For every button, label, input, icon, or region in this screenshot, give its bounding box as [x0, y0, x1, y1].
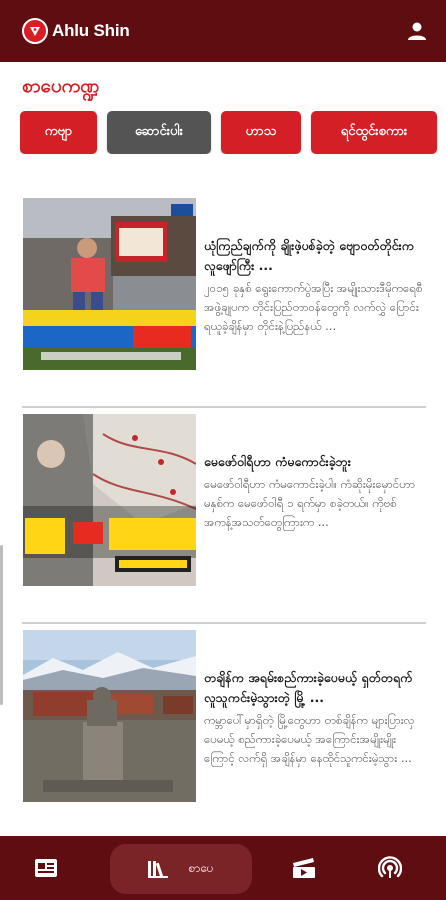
category-chip-heartfelt[interactable]: ရင်ထွင်းစကား [311, 111, 437, 154]
podcast-icon [378, 856, 402, 878]
nav-item-news[interactable] [18, 836, 74, 900]
article-thumbnail [23, 414, 196, 586]
section-title: စာပေကဏ္ဍ [22, 75, 100, 97]
scroll-indicator[interactable] [0, 545, 3, 705]
app-name: Ahlu Shin [52, 21, 130, 40]
article-item[interactable]: တချိန်က အရမ်းစည်ကားခဲ့ပေမယ့် ရှတ်တရက် လူ… [22, 624, 426, 840]
article-text: တချိန်က အရမ်းစည်ကားခဲ့ပေမယ့် ရှတ်တရက် လူ… [204, 668, 426, 768]
article-snippet: ၂၀၁၅ ခုနှစ် ရွေးကောက်ပွဲအပြီး အမျိုးသားဒ… [204, 281, 423, 333]
article-snippet: မေဖော်ဝါရီဟာ ကံမကောင်းခဲ့ပါ။ ကံဆိုးမိုးမ… [204, 477, 416, 529]
user-profile-button[interactable] [402, 16, 432, 46]
category-chips: ကဗျာ ဆောင်းပါး ဟာသ ရင်ထွင်းစကား [20, 111, 446, 154]
article-title: တချိန်က အရမ်းစည်ကားခဲ့ပေမယ့် ရှတ်တရက် လူ… [204, 670, 413, 705]
article-title: မေဖော်ဝါရီဟာ ကံမကောင်းခဲ့ဘူး [204, 454, 351, 469]
article-text: ယုံကြည်ချက်ကို ချိုးဖဲ့ပစ်ခဲ့တဲ့ ဗျောဝတ်… [204, 236, 426, 336]
bottom-navigation: စာပေ [0, 836, 446, 900]
user-icon [408, 22, 426, 40]
article-thumbnail [23, 630, 196, 802]
video-icon [293, 858, 315, 878]
nav-item-video[interactable] [276, 836, 332, 900]
app-bar: Ahlu Shin [0, 0, 446, 62]
app-logo[interactable]: Ahlu Shin [22, 18, 130, 44]
article-item[interactable]: ယုံကြည်ချက်ကို ချိုးဖဲ့ပစ်ခဲ့တဲ့ ဗျောဝတ်… [22, 192, 426, 408]
category-chip-humor[interactable]: ဟာသ [221, 111, 301, 154]
nav-item-podcast[interactable] [362, 836, 418, 900]
article-snippet: ကမ္ဘာပေါ်မှာရှိတဲ့ မြို့တွေဟာ တစ်ချိန်က … [204, 713, 415, 765]
nav-item-literature[interactable]: စာပေ [110, 844, 252, 894]
books-icon [148, 861, 169, 878]
article-item[interactable]: မေဖော်ဝါရီဟာ ကံမကောင်းခဲ့ဘူး မေဖော်ဝါရီဟ… [22, 408, 426, 624]
article-list: ယုံကြည်ချက်ကို ချိုးဖဲ့ပစ်ခဲ့တဲ့ ဗျောဝတ်… [22, 192, 426, 840]
category-chip-article[interactable]: ဆောင်းပါး [107, 111, 211, 154]
article-title: ယုံကြည်ချက်ကို ချိုးဖဲ့ပစ်ခဲ့တဲ့ ဗျောဝတ်… [204, 238, 414, 273]
category-chip-poem[interactable]: ကဗျာ [20, 111, 97, 154]
news-icon [35, 859, 57, 877]
article-thumbnail [23, 198, 196, 370]
logo-icon [22, 18, 48, 44]
nav-item-literature-label: စာပေ [188, 861, 214, 875]
article-text: မေဖော်ဝါရီဟာ ကံမကောင်းခဲ့ဘူး မေဖော်ဝါရီဟ… [204, 452, 426, 532]
